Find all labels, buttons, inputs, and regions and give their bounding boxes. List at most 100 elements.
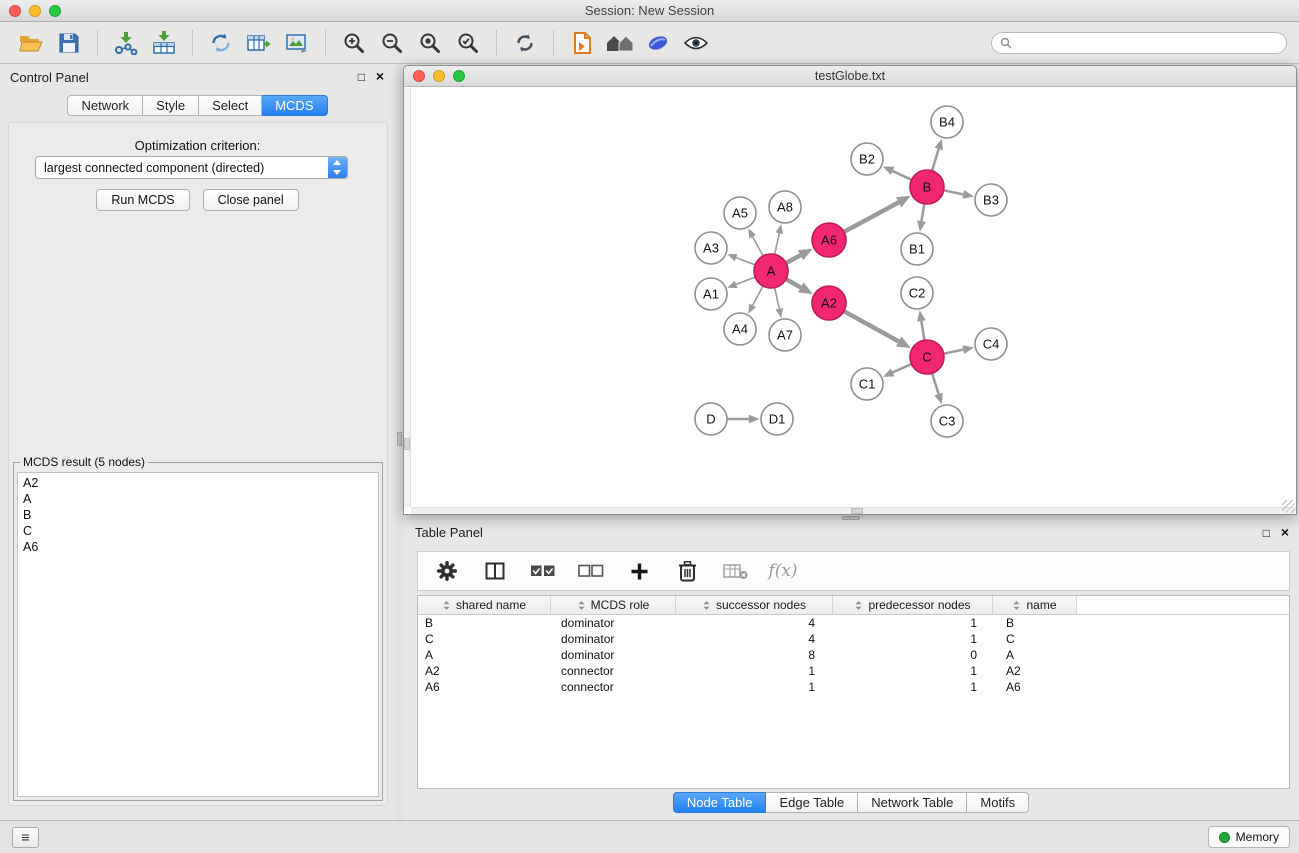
zoom-in-button[interactable]: [338, 26, 370, 60]
graph-edge-A-A6[interactable]: [786, 255, 801, 263]
table-settings-button[interactable]: [431, 554, 463, 588]
zoom-out-button[interactable]: [376, 26, 408, 60]
tab-motifs[interactable]: Motifs: [967, 792, 1029, 813]
import-network-file-button[interactable]: [110, 26, 142, 60]
export-table-button[interactable]: [243, 26, 275, 60]
close-network-window-button[interactable]: [413, 70, 425, 82]
home-button[interactable]: [604, 26, 636, 60]
close-panel-icon[interactable]: ×: [376, 70, 384, 83]
session-document-button[interactable]: [566, 26, 598, 60]
tab-mcds[interactable]: MCDS: [262, 95, 327, 116]
table-row[interactable]: Cdominator41C: [418, 631, 1289, 647]
graph-edge-B-B3[interactable]: [944, 190, 964, 194]
open-session-button[interactable]: [15, 26, 47, 60]
graph-edge-B-B2[interactable]: [893, 171, 912, 180]
refresh-view-button[interactable]: [509, 26, 541, 60]
minimize-window-button[interactable]: [29, 5, 41, 17]
zoom-fit-button[interactable]: [414, 26, 446, 60]
graph-edge-A-A7[interactable]: [775, 288, 780, 309]
close-table-panel-icon[interactable]: ×: [1281, 526, 1289, 539]
graph-node-label: A3: [703, 241, 719, 256]
zoom-in-icon: [343, 32, 365, 54]
run-mcds-button[interactable]: Run MCDS: [96, 189, 189, 211]
network-window: testGlobe.txt B4B2BB3A5A8A6B1A3AC2A1A2A4…: [403, 65, 1297, 515]
apply-style-button[interactable]: [642, 26, 674, 60]
tab-edge-table[interactable]: Edge Table: [766, 792, 858, 813]
zoom-fit-icon: [419, 32, 441, 54]
graph-edge-C-C4[interactable]: [944, 350, 964, 354]
show-columns-button[interactable]: [479, 554, 511, 588]
column-header-name[interactable]: name: [993, 596, 1077, 615]
deselect-all-button[interactable]: [575, 554, 607, 588]
select-all-button[interactable]: [527, 554, 559, 588]
graph-edge-A-A4[interactable]: [753, 286, 763, 305]
close-panel-button[interactable]: Close panel: [203, 189, 299, 211]
zoom-network-window-button[interactable]: [453, 70, 465, 82]
style-brush-icon: [646, 32, 670, 54]
import-table-file-button[interactable]: [148, 26, 180, 60]
vertical-splitter[interactable]: [395, 64, 403, 820]
zoom-selected-button[interactable]: [452, 26, 484, 60]
graph-edge-A2-C[interactable]: [844, 311, 899, 341]
result-item[interactable]: A: [23, 491, 373, 507]
graph-edge-B-B4[interactable]: [932, 149, 939, 171]
graph-node-label: A2: [821, 296, 837, 311]
network-canvas-svg[interactable]: B4B2BB3A5A8A6B1A3AC2A1A2A4A7C4CC1C3DD1: [404, 88, 1296, 508]
zoom-window-button[interactable]: [49, 5, 61, 17]
add-column-button[interactable]: [623, 554, 655, 588]
table-row[interactable]: A2connector11A2: [418, 663, 1289, 679]
minimize-network-window-button[interactable]: [433, 70, 445, 82]
result-item[interactable]: A6: [23, 539, 373, 555]
resize-grip-icon[interactable]: [1282, 500, 1295, 513]
search-box[interactable]: [991, 32, 1287, 54]
search-input[interactable]: [1017, 36, 1278, 50]
task-history-button[interactable]: ≡: [12, 827, 39, 848]
result-item[interactable]: A2: [23, 475, 373, 491]
graph-edge-A-A3[interactable]: [736, 258, 755, 265]
graph-edge-A-A1[interactable]: [736, 277, 755, 284]
graph-edge-C-C2[interactable]: [921, 321, 924, 340]
tab-node-table[interactable]: Node Table: [673, 792, 767, 813]
column-header-successor-nodes[interactable]: successor nodes: [676, 596, 833, 615]
graph-edge-A-A8[interactable]: [775, 233, 780, 254]
tab-network[interactable]: Network: [67, 95, 143, 116]
column-header-predecessor-nodes[interactable]: predecessor nodes: [833, 596, 993, 615]
show-hide-button[interactable]: [680, 26, 712, 60]
zoom-out-icon: [381, 32, 403, 54]
table-row[interactable]: Adominator80A: [418, 647, 1289, 663]
export-image-button[interactable]: [281, 26, 313, 60]
tab-network-table[interactable]: Network Table: [858, 792, 967, 813]
save-session-button[interactable]: [53, 26, 85, 60]
memory-button[interactable]: Memory: [1208, 826, 1290, 848]
float-table-panel-icon[interactable]: □: [1263, 526, 1270, 540]
float-panel-icon[interactable]: □: [358, 70, 365, 84]
column-header-mcds-role[interactable]: MCDS role: [551, 596, 676, 615]
table-row[interactable]: Bdominator41B: [418, 615, 1289, 631]
graph-edge-B-B1[interactable]: [921, 204, 924, 221]
network-from-database-button[interactable]: [205, 26, 237, 60]
tab-style[interactable]: Style: [143, 95, 199, 116]
tab-select[interactable]: Select: [199, 95, 262, 116]
clear-table-button[interactable]: [719, 554, 751, 588]
table-panel: Table Panel □ ×: [403, 520, 1299, 818]
dropdown-stepper-icon[interactable]: [328, 157, 347, 178]
criterion-dropdown[interactable]: largest connected component (directed): [35, 156, 348, 179]
function-builder-button[interactable]: f(x): [767, 554, 799, 588]
table-row[interactable]: A6connector11A6: [418, 679, 1289, 695]
network-window-titlebar[interactable]: testGlobe.txt: [404, 66, 1296, 87]
bottom-strip-handle[interactable]: [851, 508, 863, 514]
graph-node-label: A1: [703, 287, 719, 302]
graph-edge-A-A2[interactable]: [786, 279, 801, 287]
graph-edge-A-A5[interactable]: [753, 237, 763, 256]
result-item[interactable]: C: [23, 523, 373, 539]
graph-edge-A6-B[interactable]: [844, 202, 899, 232]
column-header-shared-name[interactable]: shared name: [418, 596, 551, 615]
network-canvas[interactable]: B4B2BB3A5A8A6B1A3AC2A1A2A4A7C4CC1C3DD1: [404, 88, 1296, 514]
edge-arrowhead-icon: [962, 345, 973, 354]
graph-edge-C-C3[interactable]: [932, 373, 939, 394]
result-item[interactable]: B: [23, 507, 373, 523]
toolbar-separator: [325, 30, 326, 56]
graph-edge-C-C1[interactable]: [893, 364, 912, 372]
delete-column-button[interactable]: [671, 554, 703, 588]
close-window-button[interactable]: [9, 5, 21, 17]
